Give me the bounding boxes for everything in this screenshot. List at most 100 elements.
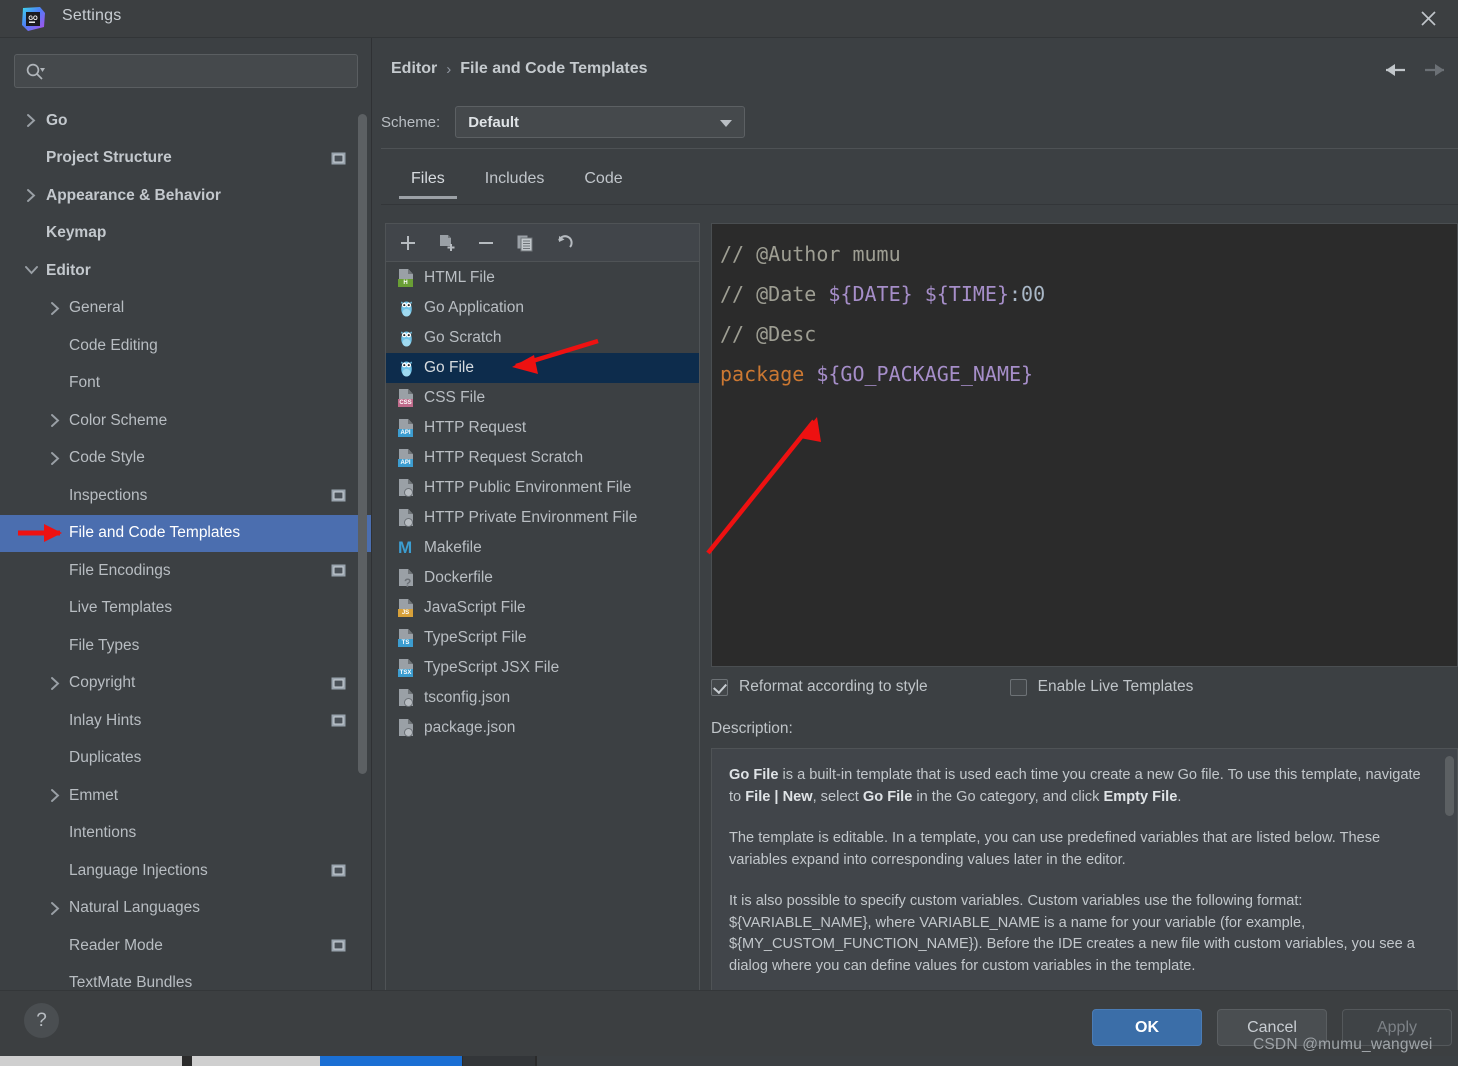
project-scope-icon — [331, 864, 346, 877]
ok-button[interactable]: OK — [1092, 1009, 1202, 1046]
templates-list-panel: H HTML File Go Application Go Scratch Go Fil… — [385, 223, 700, 1012]
description-label: Description: — [711, 720, 793, 737]
description-scrollbar-thumb[interactable] — [1445, 756, 1454, 816]
list-item[interactable]: ? Dockerfile — [386, 563, 699, 593]
os-taskbar-strip — [0, 1056, 1458, 1066]
list-item[interactable]: H HTML File — [386, 263, 699, 293]
api-file-icon: API — [398, 449, 415, 467]
list-item[interactable]: JS JavaScript File — [386, 593, 699, 623]
plus-icon[interactable] — [396, 231, 420, 255]
sidebar-item-reader-mode[interactable]: Reader Mode — [0, 927, 371, 965]
list-item[interactable]: CSS CSS File — [386, 383, 699, 413]
sidebar-item-code-style[interactable]: Code Style — [0, 440, 371, 478]
list-item[interactable]: API HTTP Request Scratch — [386, 443, 699, 473]
sidebar-item-label: Inlay Hints — [69, 711, 142, 729]
tab-code[interactable]: Code — [564, 164, 642, 199]
sidebar-item-intentions[interactable]: Intentions — [0, 815, 371, 853]
sidebar-item-appearance-behavior[interactable]: Appearance & Behavior — [0, 177, 371, 215]
chevron-right-icon[interactable] — [48, 301, 62, 315]
sidebar-item-file-and-code-templates[interactable]: File and Code Templates — [0, 514, 371, 552]
sidebar-item-duplicates[interactable]: Duplicates — [0, 740, 371, 778]
chevron-right-icon[interactable] — [48, 414, 62, 428]
sidebar-item-keymap[interactable]: Keymap — [0, 215, 371, 253]
list-item[interactable]: HTTP Private Environment File — [386, 503, 699, 533]
list-item[interactable]: Go Application — [386, 293, 699, 323]
close-icon[interactable] — [1406, 0, 1450, 37]
project-scope-icon — [331, 564, 346, 577]
list-item[interactable]: tsconfig.json — [386, 683, 699, 713]
sidebar-item-color-scheme[interactable]: Color Scheme — [0, 402, 371, 440]
minus-icon[interactable] — [474, 231, 498, 255]
sidebar-item-go[interactable]: Go — [0, 102, 371, 140]
tsx-file-icon: TSX — [398, 659, 415, 677]
description-paragraph: It is also possible to specify custom va… — [729, 893, 1415, 974]
sidebar-item-live-templates[interactable]: Live Templates — [0, 590, 371, 628]
settings-sidebar: Go Project Structure Appearance & Behavior… — [0, 38, 372, 990]
project-scope-icon — [331, 152, 346, 165]
description-text: Go File is a built-in template that is u… — [712, 749, 1457, 1010]
checkbox-enable-live-templates[interactable]: Enable Live Templates — [1009, 678, 1193, 696]
sidebar-item-code-editing[interactable]: Code Editing — [0, 327, 371, 365]
search-input[interactable] — [55, 55, 351, 87]
sidebar-item-general[interactable]: General — [0, 290, 371, 328]
description-paragraph: The template is editable. In a template,… — [729, 830, 1381, 868]
sidebar-item-copyright[interactable]: Copyright — [0, 665, 371, 703]
sidebar-item-inspections[interactable]: Inspections — [0, 477, 371, 515]
breadcrumb-root[interactable]: Editor — [391, 60, 437, 78]
checkbox-box[interactable] — [711, 678, 728, 696]
chevron-right-icon[interactable] — [48, 451, 62, 465]
list-item[interactable]: HTTP Public Environment File — [386, 473, 699, 503]
code-line: // @Date ${DATE} ${TIME}:00 — [720, 274, 1457, 314]
sidebar-item-label: Copyright — [69, 674, 136, 692]
tab-files[interactable]: Files — [391, 164, 465, 199]
chevron-right-icon[interactable] — [24, 114, 38, 128]
sidebar-item-font[interactable]: Font — [0, 365, 371, 403]
list-item[interactable]: package.json — [386, 713, 699, 743]
tab-includes[interactable]: Includes — [465, 164, 565, 199]
list-item[interactable]: Go Scratch — [386, 323, 699, 353]
list-item[interactable]: M Makefile — [386, 533, 699, 563]
template-code-editor[interactable]: // @Author mumu // @Date ${DATE} ${TIME}:… — [711, 223, 1458, 667]
list-item[interactable]: API HTTP Request — [386, 413, 699, 443]
chevron-right-icon[interactable] — [48, 901, 62, 915]
sidebar-item-emmet[interactable]: Emmet — [0, 777, 371, 815]
chevron-down-icon[interactable] — [24, 264, 38, 278]
json-config-icon — [398, 719, 415, 737]
list-item[interactable]: TS TypeScript File — [386, 623, 699, 653]
search-box[interactable] — [14, 54, 358, 88]
title-bar: GO Settings — [0, 0, 1458, 38]
sidebar-item-editor[interactable]: Editor — [0, 252, 371, 290]
sidebar-item-language-injections[interactable]: Language Injections — [0, 852, 371, 890]
sidebar-item-file-types[interactable]: File Types — [0, 627, 371, 665]
go-gopher-icon — [398, 359, 415, 377]
arrow-left-icon[interactable] — [1382, 60, 1408, 85]
duplicate-icon[interactable] — [513, 231, 537, 255]
reset-icon[interactable] — [552, 231, 576, 255]
code-token: package — [720, 362, 805, 386]
sidebar-scrollbar-thumb[interactable] — [358, 114, 367, 774]
scheme-dropdown[interactable]: Default — [455, 106, 746, 138]
templates-list-toolbar — [386, 224, 699, 262]
sidebar-item-label: Code Style — [69, 449, 145, 467]
list-item[interactable]: Go File — [386, 353, 699, 383]
code-token: ${GO_PACKAGE_NAME} — [816, 362, 1034, 386]
sidebar-item-file-encodings[interactable]: File Encodings — [0, 552, 371, 590]
scheme-row: Scheme: Default — [381, 106, 746, 138]
checkbox-box[interactable] — [1009, 678, 1027, 696]
sidebar-item-natural-languages[interactable]: Natural Languages — [0, 890, 371, 928]
copy-file-icon[interactable] — [435, 231, 459, 255]
help-icon[interactable]: ? — [24, 1003, 59, 1038]
sidebar-item-project-structure[interactable]: Project Structure — [0, 140, 371, 178]
sidebar-item-inlay-hints[interactable]: Inlay Hints — [0, 702, 371, 740]
sidebar-item-textmate-bundles[interactable]: TextMate Bundles — [0, 965, 371, 990]
watermark: CSDN @mumu_wangwei — [1253, 1036, 1433, 1053]
code-token: :00 — [1009, 282, 1046, 306]
list-item[interactable]: TSX TypeScript JSX File — [386, 653, 699, 683]
checkbox-reformat-according-to-style[interactable]: Reformat according to style — [711, 678, 928, 696]
chevron-right-icon[interactable] — [48, 676, 62, 690]
chevron-right-icon[interactable] — [48, 789, 62, 803]
code-token: // @Desc — [720, 322, 817, 346]
chevron-right-icon[interactable] — [24, 189, 38, 203]
description-panel: Go File is a built-in template that is u… — [711, 748, 1458, 1011]
